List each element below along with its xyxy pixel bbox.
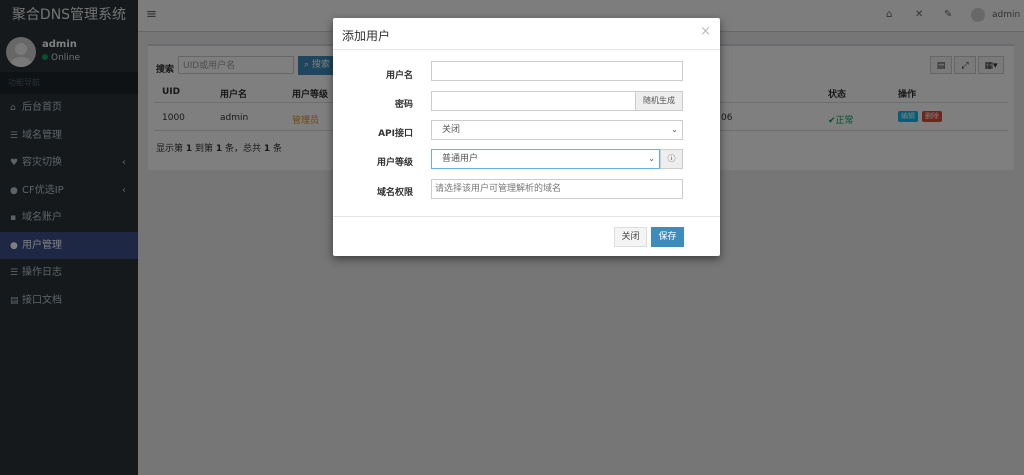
level-label: 用户等级: [376, 158, 413, 168]
modal-header-divider: [333, 49, 720, 50]
username-field[interactable]: [431, 61, 683, 81]
domains-label: 域名权限: [376, 188, 413, 198]
chevron-down-icon: ⌄: [671, 125, 678, 134]
api-select-value: 关闭: [442, 125, 461, 135]
level-select[interactable]: 普通用户 ⌄: [431, 149, 660, 169]
info-icon[interactable]: ⓘ: [660, 149, 683, 169]
level-select-value: 普通用户: [442, 154, 479, 164]
domains-field[interactable]: 请选择该用户可管理解析的域名: [431, 179, 683, 199]
random-generate-button[interactable]: 随机生成: [635, 91, 683, 111]
close-button[interactable]: 关闭: [614, 227, 647, 247]
close-icon[interactable]: ×: [700, 24, 711, 39]
save-button[interactable]: 保存: [651, 227, 684, 247]
password-label: 密码: [394, 100, 413, 110]
modal-title: 添加用户: [342, 29, 391, 43]
modal-footer-divider: [333, 216, 720, 217]
password-field[interactable]: [431, 91, 636, 111]
api-select[interactable]: 关闭 ⌄: [431, 120, 683, 140]
username-label: 用户名: [385, 71, 413, 81]
api-label: API接口: [378, 129, 413, 139]
chevron-down-icon: ⌄: [648, 154, 655, 163]
add-user-modal: 添加用户 × 用户名 密码 随机生成 API接口 关闭 ⌄ 用户等级 普通用户 ⌄ …: [333, 18, 720, 256]
